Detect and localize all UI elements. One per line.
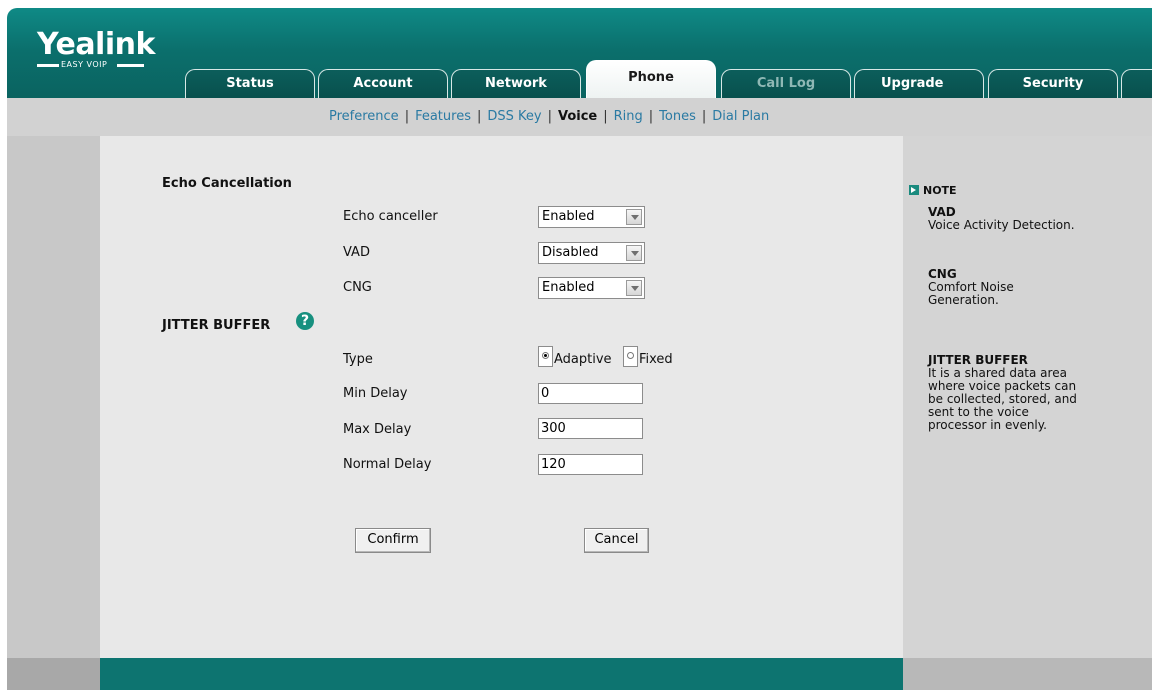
tab-overflow[interactable] xyxy=(1121,69,1152,98)
subnav-dss-key[interactable]: DSS Key xyxy=(487,109,541,124)
footer-right xyxy=(903,658,1152,690)
footer-bar xyxy=(100,658,903,690)
main-content xyxy=(100,136,903,666)
page-frame: Yealink EASY VOIP Status Account Network… xyxy=(7,8,1152,690)
min-delay-input[interactable]: 0 xyxy=(538,383,643,404)
type-fixed-radio[interactable] xyxy=(623,346,638,367)
note-vad: VAD Voice Activity Detection. xyxy=(928,206,1128,232)
note-line: processor in evenly. xyxy=(928,418,1047,432)
sub-navigation: Preference | Features | DSS Key | Voice | Ring | T… xyxy=(7,98,1152,136)
normal-delay-label: Normal Delay xyxy=(343,457,432,472)
jitter-buffer-title: JITTER BUFFER xyxy=(162,318,271,333)
note-heading-text: NOTE xyxy=(923,184,957,197)
tab-upgrade[interactable]: Upgrade xyxy=(854,69,984,98)
subnav-separator: | xyxy=(603,109,608,124)
vad-value: Disabled xyxy=(542,245,599,260)
subnav-voice[interactable]: Voice xyxy=(558,109,597,124)
note-jitter-buffer: JITTER BUFFER It is a shared data area w… xyxy=(928,354,1128,432)
type-label: Type xyxy=(343,352,373,367)
normal-delay-input[interactable]: 120 xyxy=(538,454,643,475)
logo-text: Yealink xyxy=(37,27,155,62)
tab-phone[interactable]: Phone xyxy=(586,60,716,98)
chevron-down-icon[interactable] xyxy=(626,245,642,261)
min-delay-label: Min Delay xyxy=(343,386,408,401)
cng-value: Enabled xyxy=(542,280,595,295)
echo-canceller-label: Echo canceller xyxy=(343,209,438,224)
subnav-features[interactable]: Features xyxy=(415,109,471,124)
max-delay-label: Max Delay xyxy=(343,422,412,437)
footer-left xyxy=(7,658,100,690)
subnav-separator: | xyxy=(648,109,654,124)
note-line: Voice Activity Detection. xyxy=(928,218,1075,232)
max-delay-input[interactable]: 300 xyxy=(538,418,643,439)
cng-select[interactable]: Enabled xyxy=(538,277,645,299)
type-adaptive-radio[interactable] xyxy=(538,346,553,367)
tab-security[interactable]: Security xyxy=(988,69,1118,98)
tab-account[interactable]: Account xyxy=(318,69,448,98)
help-icon[interactable]: ? xyxy=(296,312,314,330)
note-heading: NOTE xyxy=(909,184,957,197)
type-fixed-label: Fixed xyxy=(639,352,673,367)
vad-label: VAD xyxy=(343,245,370,260)
echo-cancellation-title: Echo Cancellation xyxy=(162,176,292,191)
subnav-tones[interactable]: Tones xyxy=(659,109,696,124)
subnav-separator: | xyxy=(404,109,410,124)
chevron-down-icon[interactable] xyxy=(626,209,642,225)
note-arrow-icon xyxy=(909,185,919,195)
note-line: Generation. xyxy=(928,293,999,307)
echo-canceller-select[interactable]: Enabled xyxy=(538,206,645,228)
logo-tagline: EASY VOIP xyxy=(37,60,144,70)
subnav-ring[interactable]: Ring xyxy=(614,109,643,124)
note-cng: CNG Comfort Noise Generation. xyxy=(928,268,1128,307)
cng-label: CNG xyxy=(343,280,372,295)
tab-call-log[interactable]: Call Log xyxy=(721,69,851,98)
chevron-down-icon[interactable] xyxy=(626,280,642,296)
confirm-button[interactable]: Confirm xyxy=(355,528,431,553)
radio-selected-icon xyxy=(542,352,549,359)
yealink-logo: Yealink EASY VOIP xyxy=(37,30,155,70)
subnav-dial-plan[interactable]: Dial Plan xyxy=(712,109,769,124)
echo-canceller-value: Enabled xyxy=(542,209,595,224)
tab-status[interactable]: Status xyxy=(185,69,315,98)
subnav-separator: | xyxy=(476,109,482,124)
vad-select[interactable]: Disabled xyxy=(538,242,645,264)
left-column xyxy=(7,136,100,666)
logo-tagline-text: EASY VOIP xyxy=(61,60,108,69)
subnav-separator: | xyxy=(701,109,707,124)
cancel-button[interactable]: Cancel xyxy=(584,528,649,553)
subnav-separator: | xyxy=(547,109,552,124)
subnav-preference[interactable]: Preference xyxy=(329,109,399,124)
type-adaptive-label: Adaptive xyxy=(554,352,612,367)
tab-network[interactable]: Network xyxy=(451,69,581,98)
radio-unselected-icon xyxy=(627,352,634,359)
